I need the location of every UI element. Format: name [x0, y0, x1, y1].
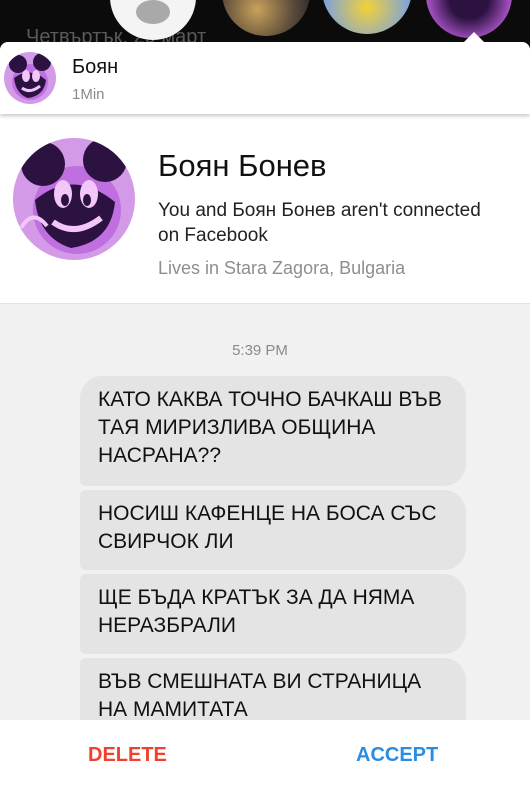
- conversation-header: Боян 1Min: [0, 42, 530, 114]
- profile-name: Боян Бонев: [158, 148, 327, 183]
- chat-head-1[interactable]: [222, 0, 310, 36]
- header-time: 1Min: [72, 86, 105, 103]
- message-timestamp: 5:39 PM: [232, 342, 288, 359]
- header-contact-name: Боян: [72, 56, 119, 78]
- request-actions: DELETE ACCEPT: [0, 720, 530, 804]
- profile-section: Боян Бонев You and Боян Бонев aren't con…: [0, 114, 530, 304]
- accept-button[interactable]: ACCEPT: [356, 744, 438, 767]
- chat-head-2[interactable]: [322, 0, 412, 34]
- message-bubble[interactable]: ВЪВ СМЕШНАТА ВИ СТРАНИЦА НА МАМИТАТА: [80, 658, 466, 720]
- connection-status-text: You and Боян Бонев aren't connected on F…: [158, 200, 481, 246]
- message-bubble[interactable]: НОСИШ КАФЕНЦЕ НА БОСА СЪС СВИРЧОК ЛИ: [80, 490, 466, 570]
- avatar[interactable]: [4, 52, 56, 104]
- message-list[interactable]: 5:39 PM КАТО КАКВА ТОЧНО БАЧКАШ ВЪВ ТАЯ …: [0, 304, 530, 720]
- message-bubble[interactable]: ЩЕ БЪДА КРАТЪК ЗА ДА НЯМА НЕРАЗБРАЛИ: [80, 574, 466, 654]
- messenger-bubble-icon: [136, 0, 170, 24]
- message-bubble[interactable]: КАТО КАКВА ТОЧНО БАЧКАШ ВЪВ ТАЯ МИРИЗЛИВ…: [80, 376, 466, 486]
- message-request-card: Боян 1Min Боян Бонев You and Боян Бонев …: [0, 42, 530, 804]
- profile-avatar[interactable]: [13, 138, 135, 260]
- delete-button[interactable]: DELETE: [88, 744, 167, 767]
- chat-heads-bar: Четвъртък, 29 март: [0, 0, 530, 48]
- profile-location: Lives in Stara Zagora, Bulgaria: [158, 258, 406, 278]
